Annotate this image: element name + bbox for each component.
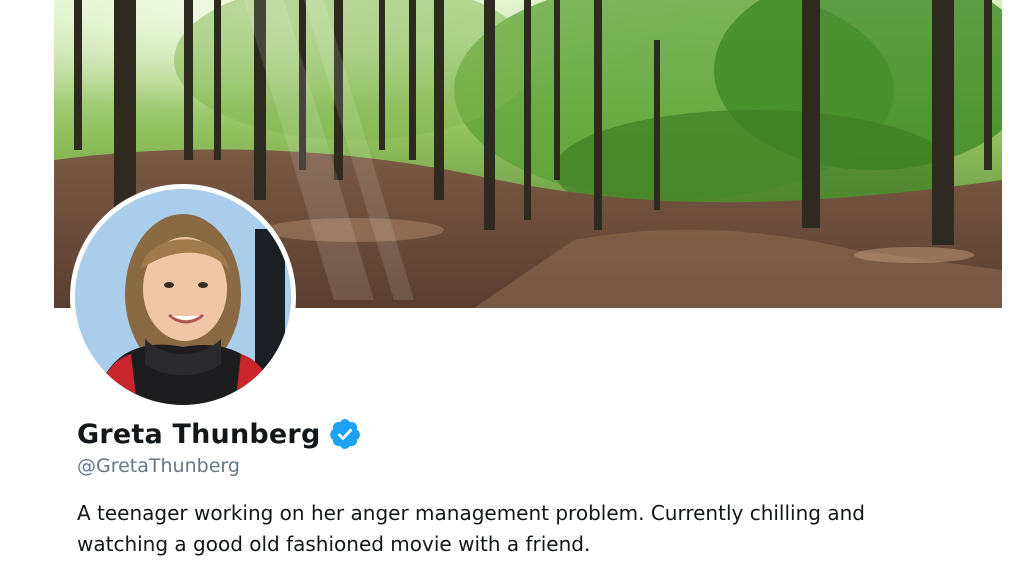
profile-display-name: Greta Thunberg	[77, 418, 321, 450]
profile-handle: @GretaThunberg	[77, 455, 240, 477]
profile-name-row: Greta Thunberg	[77, 414, 362, 454]
profile-bio: A teenager working on her anger manageme…	[77, 501, 865, 556]
verified-badge-icon	[328, 417, 362, 451]
avatar-photo	[75, 189, 291, 405]
profile-avatar[interactable]	[70, 184, 296, 410]
profile-page: Greta Thunberg @GretaThunberg A teenager…	[0, 0, 1024, 576]
